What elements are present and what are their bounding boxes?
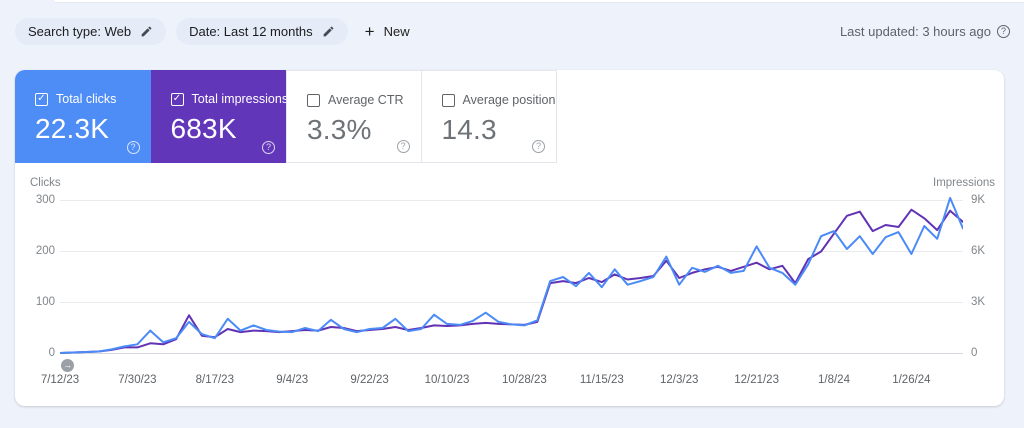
x-axis-date-label: 8/17/23	[195, 374, 234, 386]
search-type-filter-chip[interactable]: Search type: Web	[15, 17, 167, 45]
help-icon[interactable]	[997, 24, 1010, 38]
search-type-filter-label: Search type: Web	[28, 23, 132, 39]
x-axis-date-label: 12/3/23	[660, 374, 699, 386]
performance-chart-svg[interactable]	[60, 194, 963, 358]
tile-label: Total impressions	[191, 92, 289, 106]
plus-icon: +	[364, 21, 375, 41]
date-range-filter-chip[interactable]: Date: Last 12 months	[176, 17, 348, 45]
last-updated-status: Last updated: 3 hours ago	[840, 24, 1010, 39]
tile-total-clicks[interactable]: Total clicks 22.3K	[15, 70, 151, 163]
impressions-axis-tick: 9K	[971, 194, 986, 206]
filter-bar: Search type: Web Date: Last 12 months + …	[15, 17, 1010, 45]
edit-pencil-icon	[322, 25, 335, 38]
impressions-axis-tick: 0	[971, 347, 978, 359]
x-axis-date-label: 1/26/24	[892, 374, 931, 386]
x-axis-date-label: 9/22/23	[350, 374, 389, 386]
tile-label: Average position	[462, 93, 556, 107]
x-axis-date-label: 1/8/24	[818, 374, 850, 386]
impressions-axis-tick: 6K	[971, 245, 986, 257]
tile-head: Average CTR	[307, 93, 421, 107]
x-axis-date-label: 11/15/23	[579, 374, 624, 386]
series-line-clicks[interactable]	[60, 196, 963, 354]
checkbox-total-impressions[interactable]	[170, 92, 184, 106]
clicks-axis-tick: 0	[48, 347, 55, 359]
search-console-performance-page: Search type: Web Date: Last 12 months + …	[0, 0, 1024, 428]
tile-head: Total impressions	[170, 92, 289, 106]
tile-average-position[interactable]: Average position 14.3	[421, 70, 557, 163]
checkbox-average-position[interactable]	[441, 93, 455, 107]
tile-label: Average CTR	[328, 93, 404, 107]
right-axis-title: Impressions	[933, 177, 995, 189]
impressions-axis-tick: 3K	[971, 296, 986, 308]
help-icon[interactable]	[532, 140, 545, 153]
checkbox-total-clicks[interactable]	[35, 92, 48, 106]
clicks-axis-tick: 300	[35, 194, 55, 206]
x-axis-date-label: 7/12/23	[40, 374, 80, 386]
x-axis-date-label: 7/30/23	[118, 374, 157, 386]
x-axis-date-label: 9/4/23	[276, 374, 309, 386]
timeline-arrow-marker[interactable]: →	[61, 359, 74, 372]
new-filter-button[interactable]: + New	[365, 23, 410, 40]
new-filter-label: New	[383, 23, 410, 39]
tile-total-impressions[interactable]: Total impressions 683K	[150, 70, 289, 163]
metric-tiles: Total clicks 22.3K Total impressions 683…	[15, 70, 557, 163]
last-updated-text: Last updated: 3 hours ago	[839, 23, 991, 39]
checkbox-average-ctr[interactable]	[307, 93, 320, 107]
tile-head: Average position	[441, 93, 557, 107]
series-line-impressions[interactable]	[60, 208, 963, 354]
clicks-axis-tick: 100	[35, 296, 55, 308]
tile-label: Total clicks	[56, 92, 117, 106]
help-icon[interactable]	[396, 140, 410, 153]
tile-average-ctr[interactable]: Average CTR 3.3%	[286, 70, 422, 163]
date-range-filter-label: Date: Last 12 months	[189, 23, 313, 39]
help-icon[interactable]	[262, 141, 275, 154]
edit-pencil-icon	[140, 25, 153, 38]
help-icon[interactable]	[126, 141, 140, 154]
left-axis-title: Clicks	[30, 177, 61, 189]
clicks-axis-tick: 200	[35, 245, 55, 257]
x-axis-date-label: 10/10/23	[424, 374, 470, 386]
x-axis-date-label: 10/28/23	[502, 374, 547, 386]
tile-head: Total clicks	[35, 92, 151, 106]
x-axis-date-label: 12/21/23	[734, 374, 779, 386]
header-divider	[55, 0, 1024, 3]
